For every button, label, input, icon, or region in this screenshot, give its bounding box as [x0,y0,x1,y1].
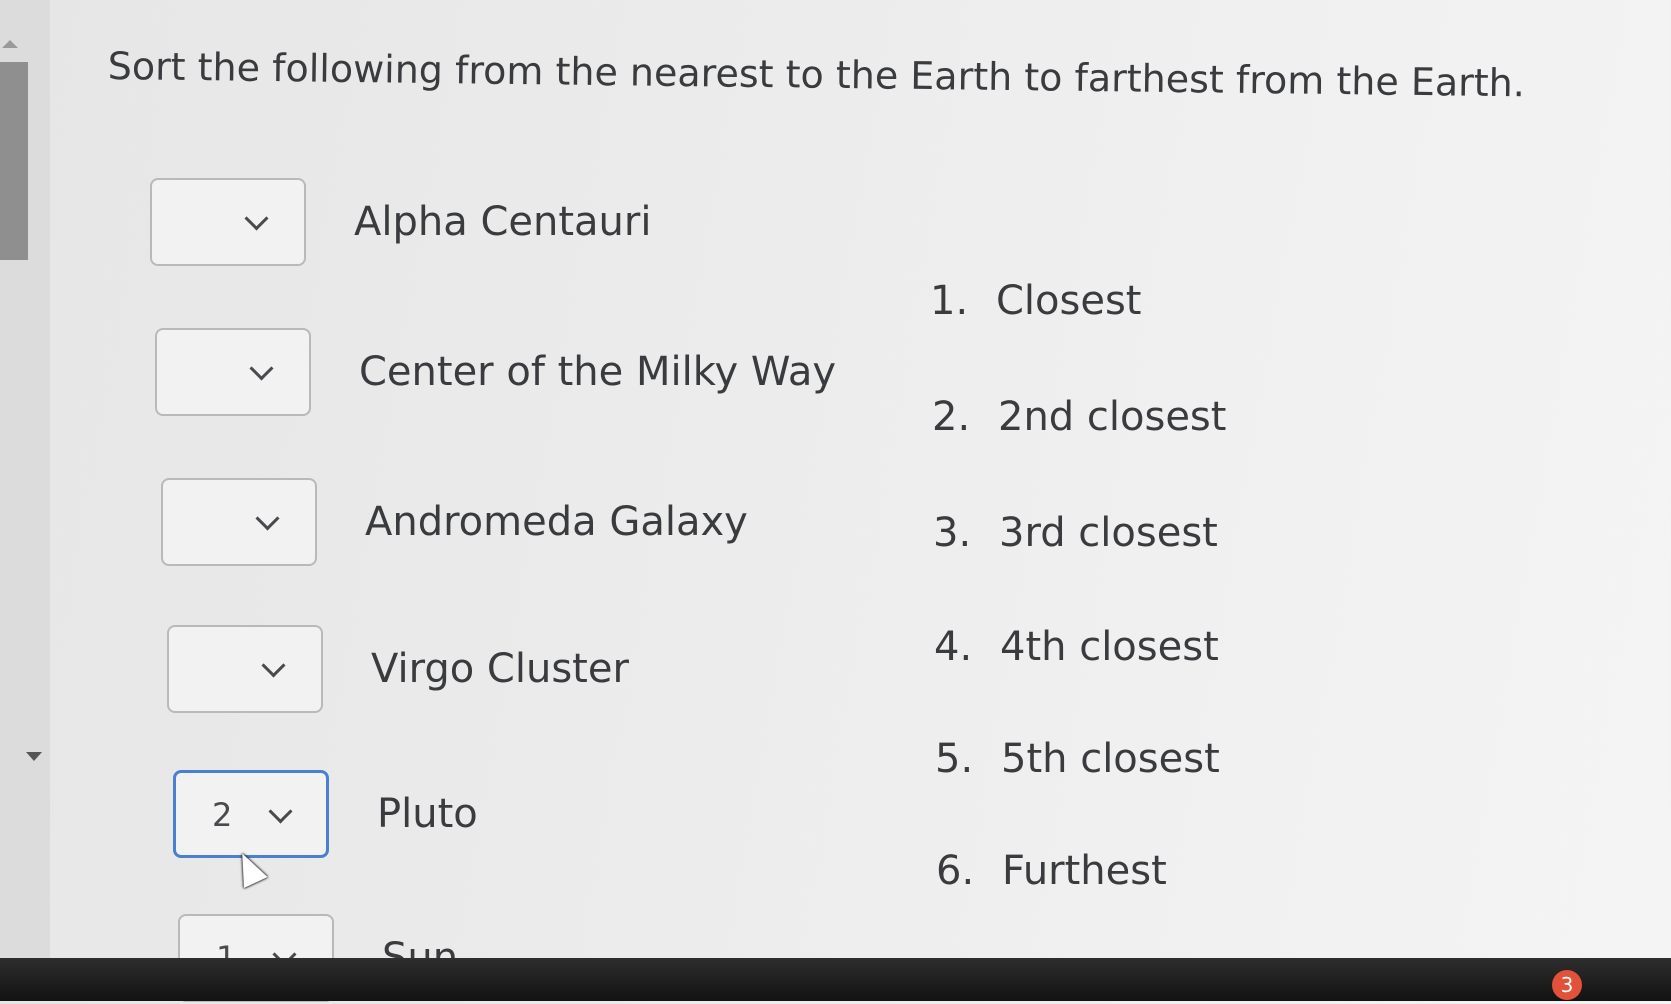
item-label: Alpha Centauri [354,199,652,245]
rank-item: 1. Closest [930,278,1142,324]
rank-select-andromeda-galaxy[interactable] [161,478,317,566]
rank-select-alpha-centauri[interactable] [150,178,306,266]
taskbar [0,958,1671,1001]
rank-item: 5. 5th closest [935,736,1220,782]
sort-row-pluto: 2 Pluto [173,768,478,860]
question-prompt: Sort the following from the nearest to t… [107,44,1526,106]
rank-number: 2. [932,394,971,440]
rank-item: 4. 4th closest [934,624,1219,670]
chevron-down-icon [268,799,293,824]
rank-item: 2. 2nd closest [932,394,1226,440]
item-label: Andromeda Galaxy [365,499,748,545]
rank-number: 3. [933,510,972,556]
chevron-down-icon [249,356,274,381]
rank-label: 4th closest [1000,624,1219,670]
sort-row-andromeda-galaxy: Andromeda Galaxy [161,476,748,568]
scroll-up-arrow-icon[interactable] [2,40,18,48]
rank-select-virgo-cluster[interactable] [167,625,323,713]
rank-item: 6. Furthest [936,848,1167,894]
rank-label: 5th closest [1001,736,1220,782]
rank-number: 1. [930,278,969,324]
scroll-down-arrow-icon[interactable] [26,752,42,761]
rank-select-pluto[interactable]: 2 [173,770,329,858]
scrollbar-track[interactable] [0,0,50,960]
sort-row-virgo-cluster: Virgo Cluster [167,623,629,715]
item-label: Pluto [377,791,478,837]
item-label: Virgo Cluster [371,646,629,692]
item-label: Center of the Milky Way [359,349,837,395]
chevron-down-icon [261,653,286,678]
rank-label: 3rd closest [999,510,1218,556]
rank-number: 5. [935,736,974,782]
scrollbar-thumb[interactable] [0,62,28,260]
select-value: 2 [212,796,233,834]
chevron-down-icon [244,206,269,231]
sort-row-center-of-milky-way: Center of the Milky Way [155,326,836,418]
rank-label: Closest [996,278,1142,324]
rank-number: 4. [934,624,973,670]
rank-label: Furthest [1002,848,1167,894]
rank-number: 6. [936,848,975,894]
rank-select-center-of-milky-way[interactable] [155,328,311,416]
notification-badge[interactable]: 3 [1552,970,1582,1000]
sort-row-alpha-centauri: Alpha Centauri [150,176,651,268]
chevron-down-icon [255,506,280,531]
rank-item: 3. 3rd closest [933,510,1218,556]
rank-label: 2nd closest [998,394,1227,440]
